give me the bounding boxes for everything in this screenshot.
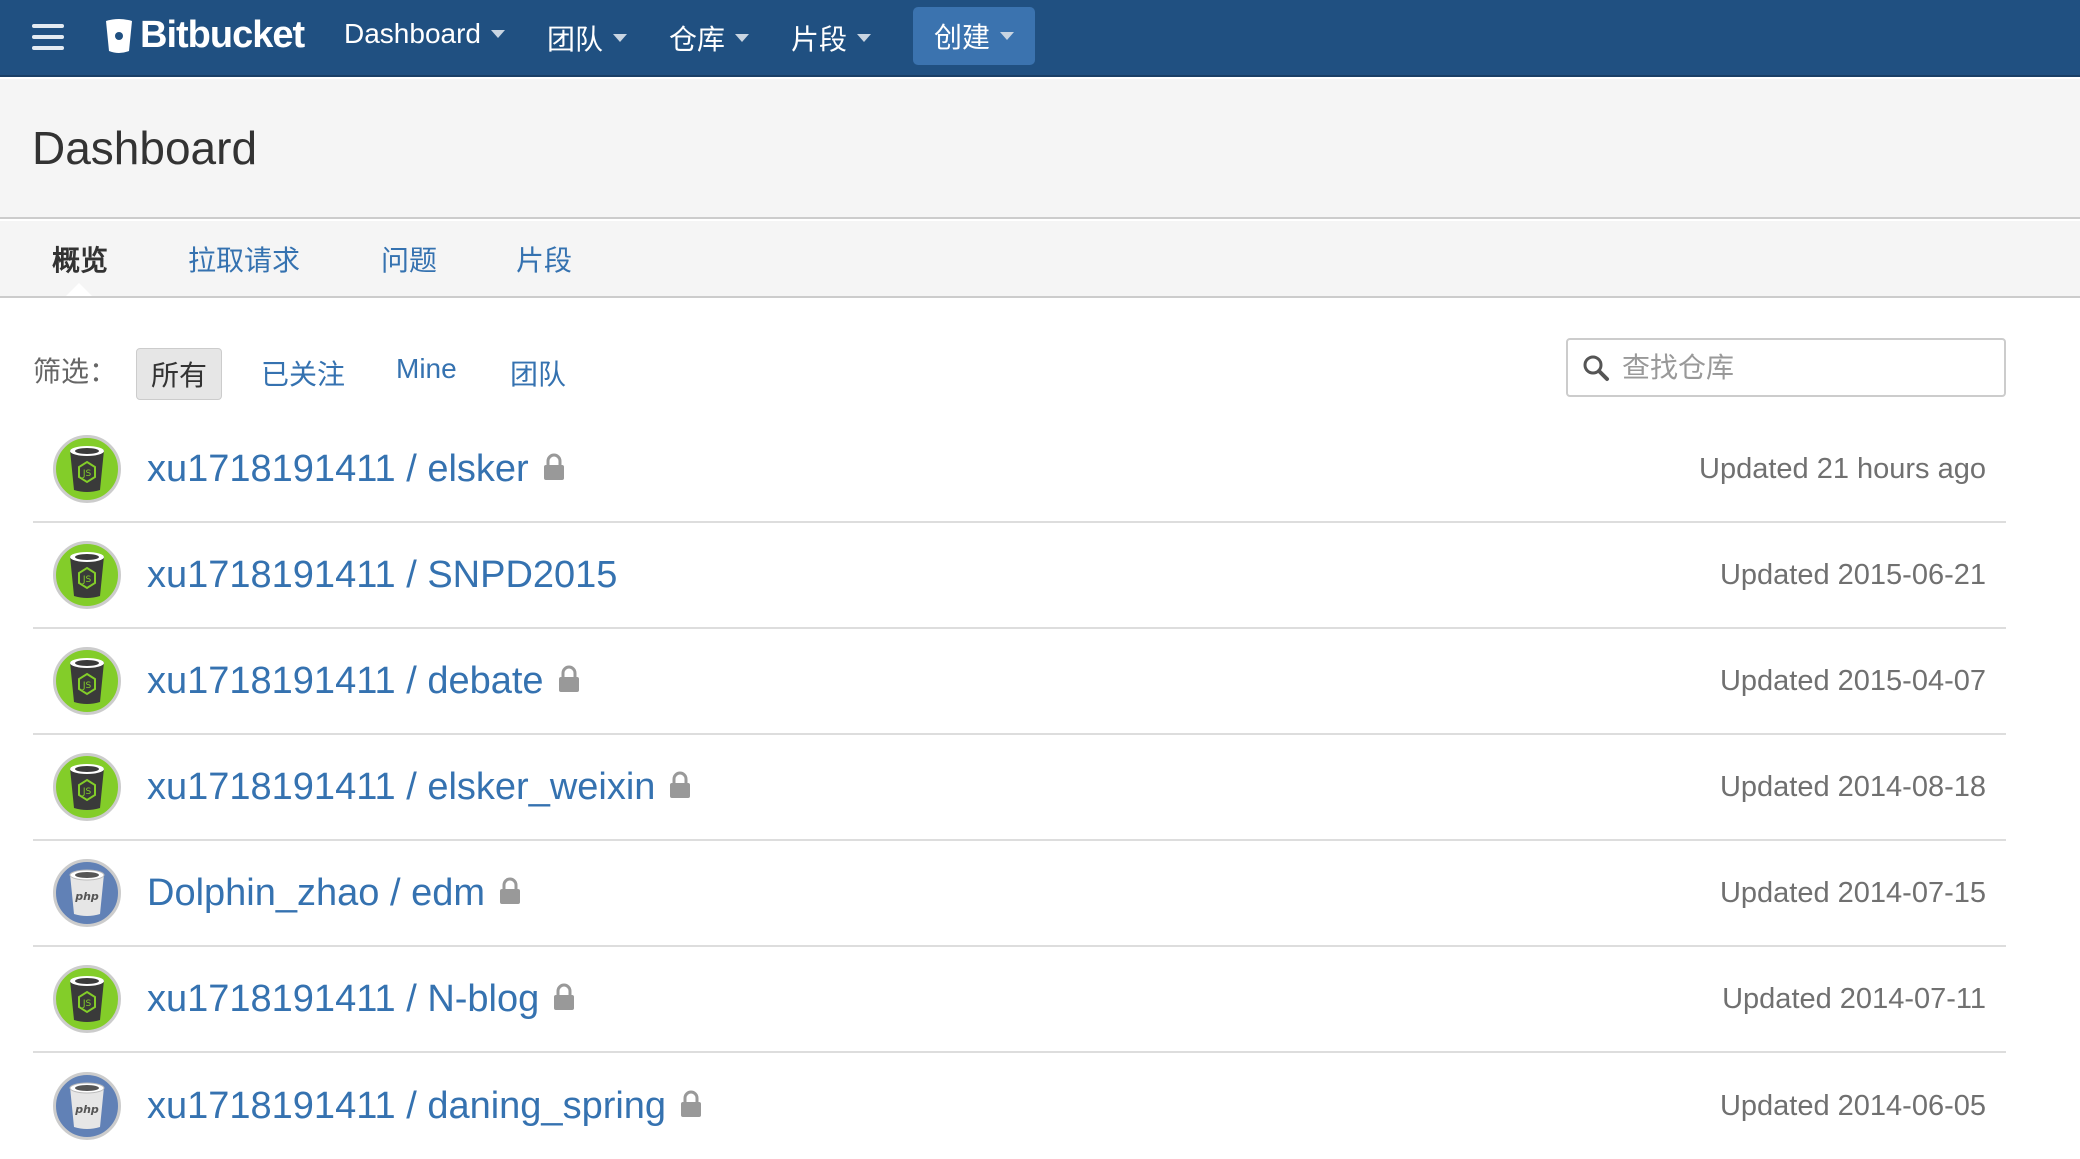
repo-updated: Updated 2014-08-18 [1719,770,1986,803]
repo-updated: Updated 2015-04-07 [1719,664,1986,697]
filter-label: 筛选： [33,356,118,387]
repo-link[interactable]: Dolphin_zhao / edm [147,872,521,915]
lock-icon [553,978,575,1021]
lock-icon [669,766,691,809]
repo-name[interactable]: xu1718191411 / SNPD2015 [147,554,617,597]
nav-repositories[interactable]: 仓库 [669,18,750,58]
repo-link[interactable]: xu1718191411 / N-blog [147,978,575,1021]
svg-text:JS: JS [82,575,92,585]
lock-icon [558,660,580,703]
page-title: Dashboard [32,122,258,174]
repo-row: php Dolphin_zhao / edm Updated 2014-07-1… [33,841,2006,947]
repo-row: JS xu1718191411 / SNPD2015 Updated 2015-… [33,523,2006,629]
repo-search[interactable] [1566,338,2006,397]
active-tab-indicator [66,283,92,296]
search-input[interactable] [1622,351,1992,384]
brand-name: Bitbucket [140,14,305,56]
filter-mine[interactable]: Mine [382,348,471,390]
svg-text:JS: JS [82,999,92,1009]
nav-label: 仓库 [669,24,726,55]
php-repo-avatar[interactable]: php [53,859,121,927]
svg-text:JS: JS [82,787,92,797]
filter-all[interactable]: 所有 [136,348,223,400]
search-icon [1583,355,1609,381]
repo-link[interactable]: xu1718191411 / SNPD2015 [147,554,617,597]
nav-dashboard[interactable]: Dashboard [344,18,505,50]
repo-link[interactable]: xu1718191411 / elsker [147,448,565,491]
repo-updated: Updated 21 hours ago [1699,452,1986,485]
tab-overview[interactable]: 概览 [52,239,108,279]
caret-down-icon [490,30,505,38]
svg-text:JS: JS [82,469,92,479]
svg-text:php: php [74,1103,99,1116]
create-label: 创建 [933,22,990,53]
nav-label: 团队 [547,24,604,55]
repo-updated: Updated 2014-06-05 [1719,1089,1986,1122]
repo-name[interactable]: xu1718191411 / elsker [147,448,529,491]
lock-icon [499,872,521,915]
svg-text:JS: JS [82,681,92,691]
nav-label: 片段 [791,24,848,55]
caret-down-icon [735,34,750,42]
svg-text:php: php [74,890,99,903]
nav-snippets[interactable]: 片段 [791,18,872,58]
nodejs-repo-avatar[interactable]: JS [53,965,121,1033]
filter-teams[interactable]: 团队 [496,348,580,398]
caret-down-icon [613,34,628,42]
bitbucket-logo[interactable]: Bitbucket [104,14,305,57]
page-header: Dashboard [0,79,2080,219]
tab-pull-requests[interactable]: 拉取请求 [188,239,300,279]
nodejs-repo-avatar[interactable]: JS [53,435,121,503]
repo-name[interactable]: xu1718191411 / debate [147,660,544,703]
repo-updated: Updated 2014-07-11 [1722,982,1986,1015]
dashboard-tabs: 概览 拉取请求 问题 片段 [0,221,2080,298]
repo-link[interactable]: xu1718191411 / debate [147,660,580,703]
repo-name[interactable]: xu1718191411 / elsker_weixin [147,766,655,809]
tab-issues[interactable]: 问题 [381,239,437,279]
nodejs-repo-avatar[interactable]: JS [53,753,121,821]
lock-icon [543,448,565,491]
repo-row: JS xu1718191411 / debate Updated 2015-04… [33,629,2006,735]
top-navbar: Bitbucket Dashboard 团队 仓库 片段 创建 [0,0,2080,77]
nodejs-repo-avatar[interactable]: JS [53,647,121,715]
tab-snippets[interactable]: 片段 [516,239,572,279]
repo-row: JS xu1718191411 / elsker Updated 21 hour… [33,417,2006,523]
lock-icon [680,1085,702,1128]
repo-updated: Updated 2015-06-21 [1719,558,1986,591]
repo-name[interactable]: xu1718191411 / N-blog [147,978,539,1021]
repo-name[interactable]: xu1718191411 / daning_spring [147,1085,666,1128]
caret-down-icon [857,34,872,42]
nodejs-repo-avatar[interactable]: JS [53,541,121,609]
bucket-icon [106,18,132,53]
repo-updated: Updated 2014-07-15 [1719,876,1986,909]
repo-row: php xu1718191411 / daning_spring Updated… [33,1053,2006,1159]
create-button[interactable]: 创建 [913,7,1035,65]
menu-icon[interactable] [32,24,64,50]
repo-link[interactable]: xu1718191411 / daning_spring [147,1085,702,1128]
repo-link[interactable]: xu1718191411 / elsker_weixin [147,766,691,809]
nav-teams[interactable]: 团队 [547,18,628,58]
nav-label: Dashboard [344,18,481,49]
php-repo-avatar[interactable]: php [53,1072,121,1140]
repo-row: JS xu1718191411 / N-blog Updated 2014-07… [33,947,2006,1053]
repo-name[interactable]: Dolphin_zhao / edm [147,872,485,915]
filter-watching[interactable]: 已关注 [247,348,359,398]
repo-row: JS xu1718191411 / elsker_weixin Updated … [33,735,2006,841]
caret-down-icon [1000,32,1014,40]
